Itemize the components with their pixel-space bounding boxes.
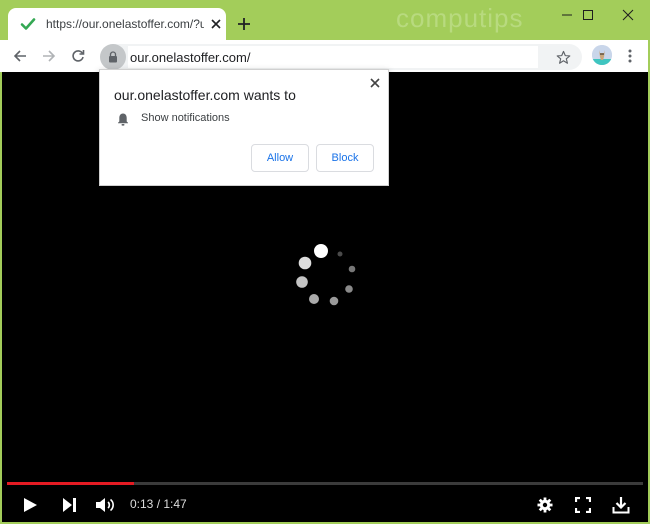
bell-icon	[118, 113, 128, 126]
menu-button[interactable]	[620, 44, 640, 68]
tab-close-icon[interactable]	[208, 16, 224, 32]
download-button[interactable]	[609, 493, 633, 517]
play-icon	[24, 498, 37, 512]
volume-button[interactable]	[94, 493, 118, 517]
video-time-display: 0:13 / 1:47	[130, 497, 187, 511]
plus-icon	[238, 18, 250, 30]
fullscreen-icon	[575, 497, 591, 513]
bookmark-button[interactable]	[554, 48, 572, 66]
loading-spinner-icon	[296, 244, 356, 306]
browser-window: https://our.onelastoffer.com/?utm comput…	[0, 0, 650, 524]
avatar[interactable]	[592, 45, 612, 65]
tab-title: https://our.onelastoffer.com/?utm	[46, 17, 204, 31]
reload-icon	[72, 50, 85, 62]
volume-icon	[96, 498, 114, 512]
settings-icon	[537, 497, 553, 513]
close-icon	[370, 78, 380, 88]
download-icon	[612, 497, 630, 514]
allow-button[interactable]: Allow	[251, 144, 309, 172]
watermark: computips	[396, 3, 524, 33]
star-icon	[556, 50, 570, 64]
arrow-left-icon	[13, 50, 26, 62]
more-vert-icon	[628, 49, 632, 63]
time-current: 0:13	[130, 497, 154, 511]
next-button[interactable]	[57, 493, 81, 517]
back-button[interactable]	[8, 44, 32, 68]
arrow-right-icon	[43, 50, 56, 62]
new-tab-button[interactable]	[233, 13, 255, 35]
notification-permission-popup: our.onelastoffer.com wants to Show notif…	[99, 69, 389, 186]
profile-avatar-icon	[592, 45, 612, 65]
maximize-button[interactable]	[568, 0, 608, 30]
video-progress-fill	[7, 482, 135, 485]
play-button[interactable]	[18, 493, 42, 517]
next-icon	[63, 498, 76, 512]
reload-button[interactable]	[66, 44, 90, 68]
fullscreen-button[interactable]	[571, 493, 595, 517]
forward-button[interactable]	[37, 44, 61, 68]
settings-button[interactable]	[533, 493, 557, 517]
block-button[interactable]: Block	[316, 144, 374, 172]
close-window-button[interactable]	[608, 0, 648, 30]
url-input[interactable]	[128, 46, 538, 68]
checkmark-icon	[20, 16, 36, 32]
maximize-icon	[583, 10, 593, 20]
toolbar	[0, 40, 648, 72]
video-progress-bar[interactable]	[7, 482, 643, 485]
permission-label: Show notifications	[141, 112, 230, 124]
browser-tab[interactable]: https://our.onelastoffer.com/?utm	[8, 8, 226, 40]
close-icon	[622, 9, 634, 21]
site-info-button[interactable]	[100, 44, 126, 70]
popup-title: our.onelastoffer.com wants to	[114, 87, 296, 103]
lock-icon	[109, 51, 117, 63]
title-bar: https://our.onelastoffer.com/?utm comput…	[0, 0, 650, 40]
omnibox[interactable]	[100, 44, 582, 70]
time-separator: /	[153, 497, 164, 511]
time-total: 1:47	[163, 497, 187, 511]
popup-close-button[interactable]	[367, 75, 383, 91]
